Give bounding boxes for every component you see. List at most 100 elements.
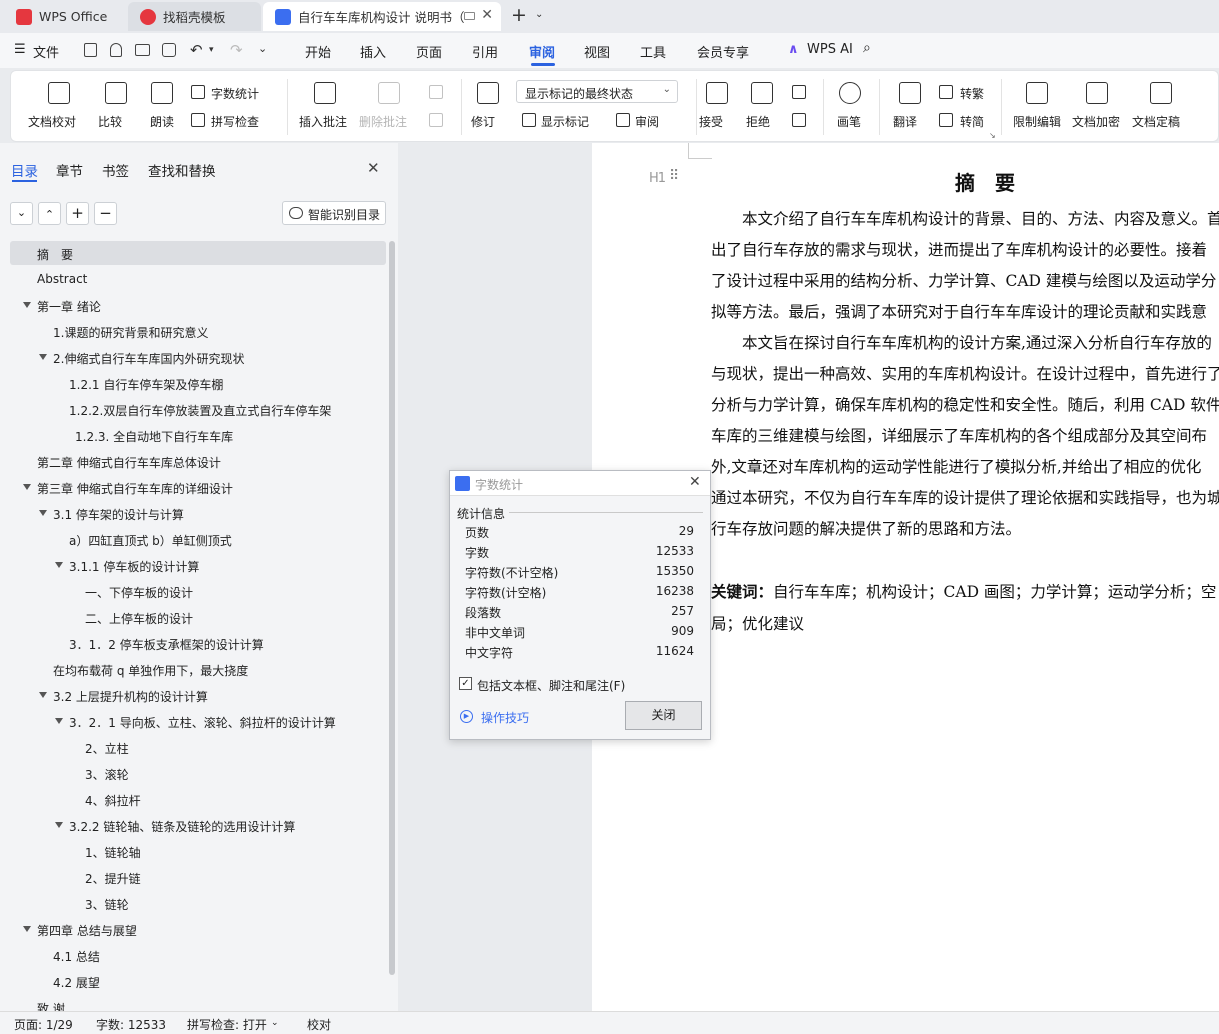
reject-button[interactable]: 拒绝 [746, 113, 770, 130]
dialog-titlebar[interactable]: 字数统计 ✕ [450, 471, 710, 496]
toc-item[interactable]: 3．1．2 停车板支承框架的设计计算 [69, 636, 264, 653]
review-pane-button[interactable]: 审阅 [635, 113, 659, 130]
toc-expand-arrow-icon[interactable] [55, 562, 63, 568]
toc-item[interactable]: 3、滚轮 [85, 766, 129, 783]
toc-expand-arrow-icon[interactable] [23, 302, 31, 308]
toc-item[interactable]: 第三章 伸缩式自行车车库的详细设计 [37, 480, 233, 497]
file-menu[interactable]: 文件 [33, 42, 59, 61]
menu-member[interactable]: 会员专享 [697, 42, 749, 61]
smart-toc-button[interactable]: 智能识别目录 [282, 201, 386, 225]
toc-item[interactable]: 4.1 总结 [53, 948, 100, 965]
include-textbox-checkbox[interactable]: ✓ [459, 677, 472, 690]
add-heading-button[interactable]: + [66, 202, 89, 225]
share-icon[interactable] [110, 43, 122, 57]
to-simplified-button[interactable]: 转简 [960, 113, 984, 130]
spell-check-indicator[interactable]: 拼写检查: 打开 [187, 1016, 267, 1033]
hamburger-icon[interactable]: ☰ [14, 42, 26, 57]
toc-item[interactable]: 2、提升链 [85, 870, 141, 887]
menu-reference[interactable]: 引用 [472, 42, 498, 61]
remove-heading-button[interactable]: − [94, 202, 117, 225]
toc-item[interactable]: 第一章 绪论 [37, 298, 101, 315]
toc-item[interactable]: 4、斜拉杆 [85, 792, 141, 809]
toc-item[interactable]: 3.2 上层提升机构的设计计算 [53, 688, 208, 705]
doc-check-button[interactable]: 文档校对 [28, 113, 76, 130]
toc-item[interactable]: 第二章 伸缩式自行车车库总体设计 [37, 454, 221, 471]
more-chevron-icon[interactable]: ⌄ [258, 42, 267, 55]
toc-item[interactable]: 致 谢 [37, 1000, 65, 1011]
tips-link[interactable]: 操作技巧 [481, 709, 529, 726]
toc-expand-arrow-icon[interactable] [39, 510, 47, 516]
word-count-button[interactable]: 字数统计 [211, 85, 259, 102]
toc-item[interactable]: 3．2．1 导向板、立柱、滚轮、斜拉杆的设计计算 [69, 714, 336, 731]
toc-item[interactable]: 1.课题的研究背景和研究意义 [53, 324, 208, 341]
toc-expand-arrow-icon[interactable] [55, 822, 63, 828]
toc-item[interactable]: 2.伸缩式自行车车库国内外研究现状 [53, 350, 244, 367]
new-tab-icon[interactable]: + [511, 4, 527, 26]
next-change-icon[interactable] [792, 113, 806, 127]
dialog-close-button[interactable]: 关闭 [625, 701, 702, 730]
menu-view[interactable]: 视图 [584, 42, 610, 61]
accept-button[interactable]: 接受 [699, 113, 723, 130]
spell-dropdown-icon[interactable]: ⌄ [271, 1018, 279, 1028]
toc-item[interactable]: 2、立柱 [85, 740, 129, 757]
proof-indicator[interactable]: 校对 [307, 1016, 331, 1033]
wps-ai-icon[interactable]: ∧ [788, 42, 799, 57]
menu-insert[interactable]: 插入 [360, 42, 386, 61]
page-indicator[interactable]: 页面: 1/29 [14, 1016, 73, 1033]
toc-expand-arrow-icon[interactable] [23, 926, 31, 932]
word-count-indicator[interactable]: 字数: 12533 [96, 1016, 166, 1033]
menu-wps-ai[interactable]: WPS AI [807, 42, 853, 57]
search-icon[interactable]: ⌕ [863, 40, 871, 56]
pen-button[interactable]: 画笔 [837, 113, 861, 130]
menu-review[interactable]: 审阅 [529, 42, 555, 61]
toc-item[interactable]: 3.2.2 链轮轴、链条及链轮的选用设计计算 [69, 818, 295, 835]
toc-item[interactable]: 4.2 展望 [53, 974, 100, 991]
toc-item[interactable]: 3.1 停车架的设计与计算 [53, 506, 184, 523]
toc-item[interactable]: 1、链轮轴 [85, 844, 141, 861]
toc-item[interactable]: 1.2.1 自行车停车架及停车棚 [69, 376, 223, 393]
menu-start[interactable]: 开始 [305, 42, 331, 61]
compare-button[interactable]: 比较 [98, 113, 122, 130]
close-panel-icon[interactable]: ✕ [367, 159, 380, 177]
save-icon[interactable] [84, 43, 97, 57]
finalize-button[interactable]: 文档定稿 [1132, 113, 1180, 130]
toc-item[interactable]: 二、上停车板的设计 [85, 610, 193, 627]
toc-item[interactable]: Abstract [37, 272, 87, 286]
tab-template[interactable]: 找稻壳模板 [128, 2, 261, 31]
tab-wps-office[interactable]: WPS Office [4, 2, 121, 31]
expand-up-button[interactable]: ⌃ [38, 202, 61, 225]
panel-tab-find-replace[interactable]: 查找和替换 [148, 160, 216, 180]
toc-item[interactable]: a）四缸直顶式 b）单缸侧顶式 [69, 532, 232, 549]
panel-tab-bookmark[interactable]: 书签 [102, 160, 129, 180]
print-preview-icon[interactable] [162, 43, 176, 57]
insert-comment-button[interactable]: 插入批注 [299, 113, 347, 130]
undo-dropdown-icon[interactable]: ▾ [209, 45, 214, 55]
prev-change-icon[interactable] [792, 85, 806, 99]
toc-expand-arrow-icon[interactable] [39, 692, 47, 698]
panel-tab-chapter[interactable]: 章节 [56, 160, 83, 180]
drag-handle-icon[interactable]: ⠿ [669, 168, 679, 184]
to-traditional-button[interactable]: 转繁 [960, 85, 984, 102]
toc-item[interactable]: 一、下停车板的设计 [85, 584, 193, 601]
toc-expand-arrow-icon[interactable] [23, 484, 31, 490]
read-aloud-button[interactable]: 朗读 [150, 113, 174, 130]
print-icon[interactable] [135, 44, 150, 56]
monitor-icon[interactable] [464, 12, 475, 20]
undo-icon[interactable]: ↶ [190, 41, 203, 59]
toc-item[interactable]: 3、链轮 [85, 896, 129, 913]
translate-button[interactable]: 翻译 [893, 113, 917, 130]
collapse-all-button[interactable]: ⌄ [10, 202, 33, 225]
toc-item[interactable]: 3.1.1 停车板的设计计算 [69, 558, 199, 575]
show-markup-button[interactable]: 显示标记 [541, 113, 589, 130]
toc-expand-arrow-icon[interactable] [39, 354, 47, 360]
toc-item[interactable]: 1.2.3. 全自动地下自行车车库 [75, 428, 233, 445]
menu-tools[interactable]: 工具 [640, 42, 666, 61]
show-state-select[interactable]: 显示标记的最终状态 ⌄ [516, 80, 678, 103]
revise-button[interactable]: 修订 [471, 113, 495, 130]
spell-check-button[interactable]: 拼写检查 [211, 113, 259, 130]
restrict-edit-button[interactable]: 限制编辑 [1013, 113, 1061, 130]
toc-item[interactable]: 摘 要 [37, 246, 73, 263]
tab-document[interactable]: 自行车车库机构设计 说明书（ ✕ [263, 2, 501, 31]
dialog-close-icon[interactable]: ✕ [689, 474, 701, 490]
panel-tab-toc[interactable]: 目录 [11, 160, 38, 180]
